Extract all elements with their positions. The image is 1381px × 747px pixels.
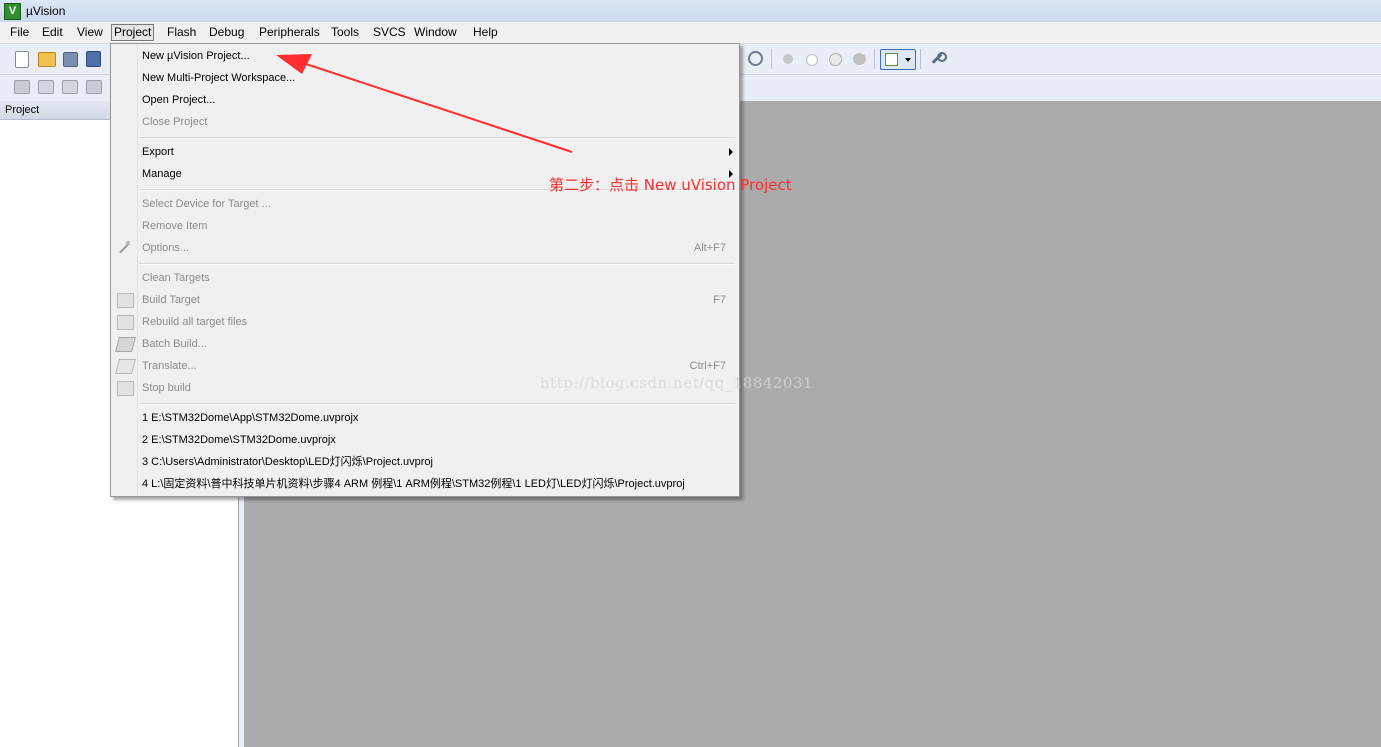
menu-item-recent-project[interactable]: 3 C:\Users\Administrator\Desktop\LED灯闪烁\…: [142, 452, 433, 472]
menu-item-export[interactable]: Export: [142, 142, 174, 162]
menu-project[interactable]: Project: [111, 24, 155, 41]
menu-item-open-project[interactable]: Open Project...: [142, 90, 215, 110]
build-icon[interactable]: [38, 80, 54, 94]
menu-item-translate[interactable]: Translate...: [142, 356, 197, 376]
menu-item-close-project[interactable]: Close Project: [142, 112, 207, 132]
menu-item-remove-item[interactable]: Remove Item: [142, 216, 207, 236]
menu-edit[interactable]: Edit: [39, 25, 66, 40]
open-folder-icon[interactable]: [38, 52, 56, 67]
menu-item-clean-targets[interactable]: Clean Targets: [142, 268, 210, 288]
project-menu-dropdown: New µVision Project... New Multi-Project…: [110, 43, 740, 497]
menu-flash[interactable]: Flash: [164, 25, 199, 40]
menu-item-manage[interactable]: Manage: [142, 164, 182, 184]
menu-peripherals[interactable]: Peripherals: [256, 25, 323, 40]
menu-icon-gutter: [111, 44, 138, 496]
shortcut-build-target: F7: [713, 294, 726, 306]
title-bar: V µVision: [0, 0, 1381, 23]
breakpoint-clear-icon[interactable]: [853, 53, 866, 65]
window-layout-dropdown[interactable]: [880, 49, 916, 70]
shortcut-translate: Ctrl+F7: [689, 360, 726, 372]
chevron-down-icon: [905, 58, 911, 62]
stop-build-icon: [117, 381, 134, 396]
breakpoint-icon[interactable]: [783, 54, 793, 64]
shortcut-options: Alt+F7: [693, 242, 726, 254]
menu-item-recent-project[interactable]: 4 L:\固定资料\普中科技单片机资料\步骤4 ARM 例程\1 ARM例程\S…: [142, 474, 685, 494]
menu-item-batch-build[interactable]: Batch Build...: [142, 334, 207, 354]
zoom-icon[interactable]: [748, 51, 763, 66]
menu-view[interactable]: View: [74, 25, 106, 40]
menu-help[interactable]: Help: [470, 25, 501, 40]
menu-file[interactable]: File: [7, 25, 32, 40]
annotation-text: 第二步：点击 New uVision Project: [549, 176, 792, 194]
menu-item-rebuild-all[interactable]: Rebuild all target files: [142, 312, 247, 332]
rebuild-icon: [117, 315, 134, 330]
window-layout-icon: [885, 53, 898, 66]
menu-item-recent-project[interactable]: 1 E:\STM32Dome\App\STM32Dome.uvprojx: [142, 408, 358, 428]
breakpoint-disable-icon[interactable]: [806, 54, 818, 66]
translate-icon[interactable]: [14, 80, 30, 94]
wrench-icon[interactable]: [929, 52, 947, 65]
menu-item-new-uvision-project[interactable]: New µVision Project...: [142, 46, 250, 66]
menu-item-build-target[interactable]: Build Target: [142, 290, 200, 310]
uvision-logo-icon: V: [4, 3, 21, 20]
menu-item-recent-project[interactable]: 2 E:\STM32Dome\STM32Dome.uvprojx: [142, 430, 336, 450]
build-target-icon: [117, 293, 134, 308]
menu-tools[interactable]: Tools: [328, 25, 362, 40]
save-all-icon[interactable]: [86, 51, 101, 67]
watermark: http://blog.csdn.net/qq_18842031: [540, 374, 814, 392]
batch-build-icon[interactable]: [86, 80, 102, 94]
menu-window[interactable]: Window: [411, 25, 460, 40]
menu-svcs[interactable]: SVCS: [370, 25, 409, 40]
window-title: µVision: [26, 4, 66, 18]
save-icon[interactable]: [63, 52, 78, 67]
menu-item-select-device[interactable]: Select Device for Target ...: [142, 194, 271, 214]
menu-item-stop-build[interactable]: Stop build: [142, 378, 191, 398]
menu-item-new-multi-project-workspace[interactable]: New Multi-Project Workspace...: [142, 68, 295, 88]
options-wand-icon: [117, 241, 132, 254]
menu-debug[interactable]: Debug: [206, 25, 247, 40]
breakpoint-kill-icon[interactable]: [829, 53, 842, 66]
rebuild-icon[interactable]: [62, 80, 78, 94]
new-file-icon[interactable]: [15, 51, 29, 68]
submenu-arrow-icon: [729, 148, 733, 156]
menu-item-options[interactable]: Options...: [142, 238, 189, 258]
menu-bar: File Edit View Project Flash Debug Perip…: [0, 22, 1381, 44]
